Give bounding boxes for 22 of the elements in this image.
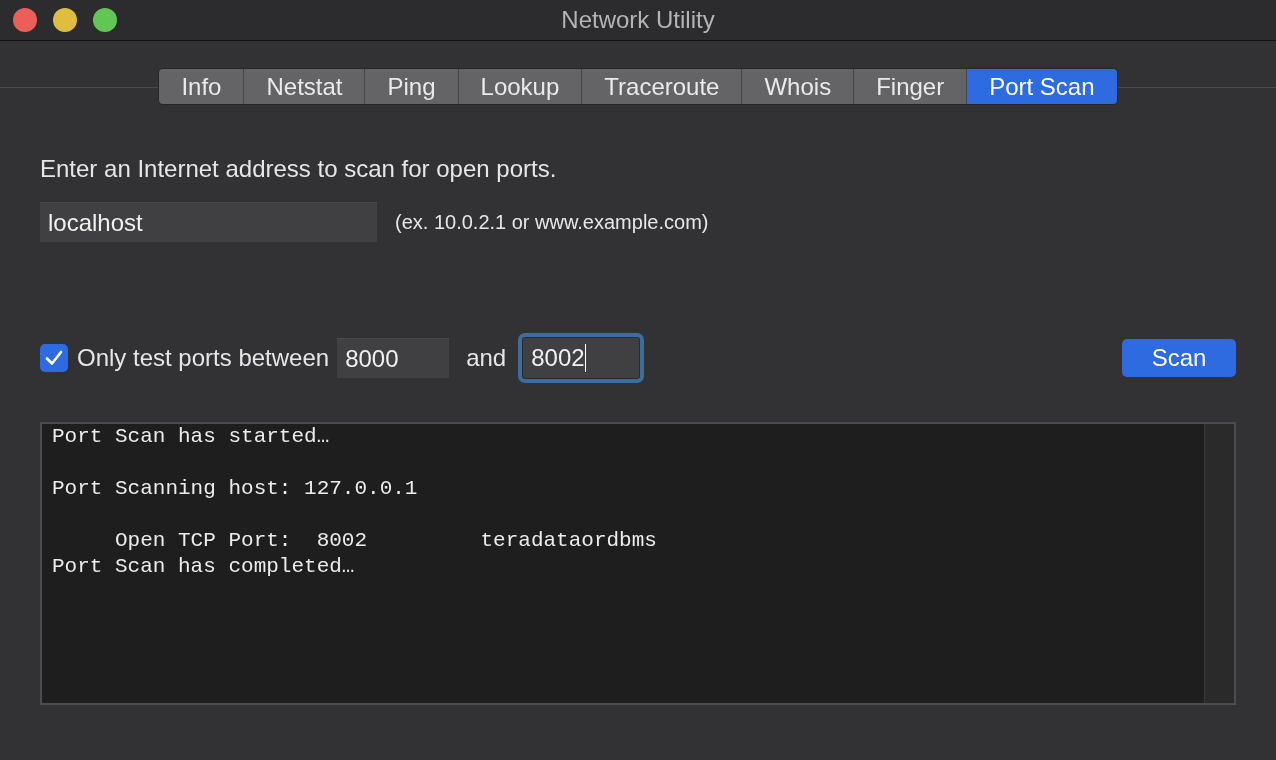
- tab[interactable]: Whois: [742, 69, 855, 104]
- window-title: Network Utility: [561, 5, 715, 35]
- zoom-button[interactable]: [93, 8, 117, 32]
- address-field[interactable]: localhost: [40, 202, 377, 242]
- port-field[interactable]: 8000: [337, 338, 450, 378]
- close-button[interactable]: [13, 8, 37, 32]
- minimize-button[interactable]: [53, 8, 77, 32]
- output-log: Port Scan has started… Port Scanning host: 127.0.0.1 Open TCP Port: 8002 teradataordbms Port Scan has completed…: [51, 424, 658, 580]
- tab[interactable]: Ping: [365, 69, 459, 104]
- address-hint: (ex. 10.0.2.1 or www.example.com): [395, 210, 709, 235]
- and-label: and: [466, 343, 507, 373]
- tab[interactable]: Traceroute: [582, 69, 743, 104]
- tab[interactable]: Finger: [854, 69, 968, 104]
- checkmark-icon: [45, 350, 63, 366]
- tab[interactable]: Netstat: [244, 69, 366, 104]
- checkbox-label: Only test ports between: [77, 343, 330, 373]
- checkbox[interactable]: [40, 344, 68, 372]
- instruction-text: Enter an Internet address to scan for open ports.: [40, 154, 558, 184]
- tab[interactable]: Info: [159, 69, 245, 104]
- tab[interactable]: Port Scan: [967, 69, 1117, 104]
- tab[interactable]: Lookup: [458, 69, 583, 104]
- scan-button[interactable]: Scan: [1122, 339, 1236, 377]
